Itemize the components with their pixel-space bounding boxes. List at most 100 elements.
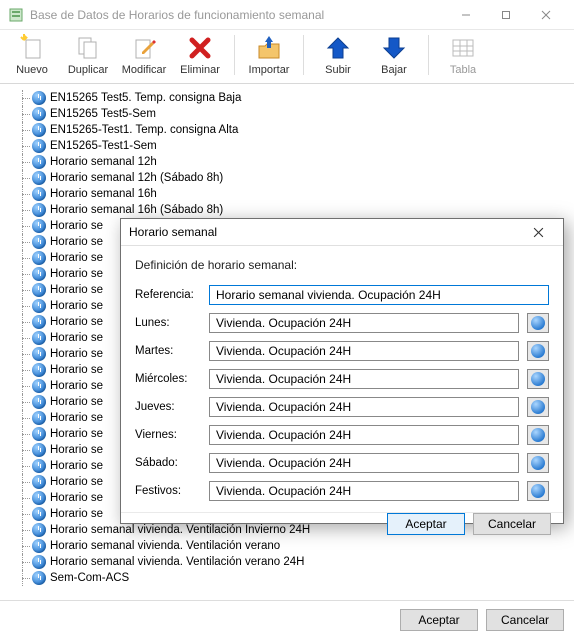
day-label: Sábado: (135, 457, 201, 469)
tree-connector (18, 154, 32, 170)
delete-icon (186, 34, 214, 62)
modify-icon (130, 34, 158, 62)
clock-icon (32, 507, 46, 521)
import-button[interactable]: Importar (241, 29, 297, 81)
modify-button[interactable]: Modificar (116, 29, 172, 81)
duplicate-button[interactable]: Duplicar (60, 29, 116, 81)
clock-icon (32, 331, 46, 345)
reference-input[interactable] (209, 285, 549, 305)
tree-item[interactable]: Sem-Com-ACS (4, 570, 572, 586)
up-icon (324, 34, 352, 62)
tree-connector (18, 410, 32, 426)
tree-item-label: Horario se (50, 474, 103, 490)
tree-item-label: Horario se (50, 490, 103, 506)
tree-item[interactable]: Horario semanal vivienda. Ventilación ve… (4, 538, 572, 554)
minimize-button[interactable] (446, 1, 486, 29)
dialog-body: Definición de horario semanal: Referenci… (121, 246, 563, 512)
tree-connector (18, 170, 32, 186)
tree-connector (18, 394, 32, 410)
day-picker-button[interactable] (527, 341, 549, 361)
tree-connector (18, 490, 32, 506)
tree-connector (18, 538, 32, 554)
new-button[interactable]: Nuevo (4, 29, 60, 81)
delete-label: Eliminar (180, 64, 220, 76)
tree-item[interactable]: Horario semanal 12h (Sábado 8h) (4, 170, 572, 186)
close-button[interactable] (526, 1, 566, 29)
tree-item[interactable]: EN15265 Test5. Temp. consigna Baja (4, 90, 572, 106)
tree-connector (18, 442, 32, 458)
day-value-field[interactable]: Vivienda. Ocupación 24H (209, 369, 519, 389)
day-picker-button[interactable] (527, 481, 549, 501)
day-picker-button[interactable] (527, 425, 549, 445)
clock-icon (32, 139, 46, 153)
down-icon (380, 34, 408, 62)
day-picker-button[interactable] (527, 369, 549, 389)
day-picker-button[interactable] (527, 397, 549, 417)
delete-button[interactable]: Eliminar (172, 29, 228, 81)
day-row: Jueves:Vivienda. Ocupación 24H (135, 394, 549, 420)
day-value-field[interactable]: Vivienda. Ocupación 24H (209, 481, 519, 501)
tree-item[interactable]: EN15265-Test1. Temp. consigna Alta (4, 122, 572, 138)
day-row: Sábado: Vivienda. Ocupación 24H (135, 450, 549, 476)
tree-connector (18, 522, 32, 538)
clock-icon (531, 344, 545, 358)
day-value-field[interactable]: Vivienda. Ocupación 24H (209, 453, 519, 473)
tree-connector (18, 138, 32, 154)
tree-connector (18, 362, 32, 378)
tree-item-label: Horario se (50, 394, 103, 410)
tree-item-label: Sem-Com-ACS (50, 570, 129, 586)
clock-icon (32, 379, 46, 393)
clock-icon (531, 428, 545, 442)
day-value-field[interactable]: Vivienda. Ocupación 24H (209, 397, 519, 417)
tree-item[interactable]: EN15265 Test5-Sem (4, 106, 572, 122)
day-value-field[interactable]: Vivienda. Ocupación 24H (209, 425, 519, 445)
tree-item-label: Horario se (50, 234, 103, 250)
clock-icon (32, 427, 46, 441)
toolbar-separator (428, 35, 429, 75)
modify-label: Modificar (122, 64, 167, 76)
tree-item-label: Horario se (50, 410, 103, 426)
clock-icon (32, 171, 46, 185)
day-label: Festivos: (135, 485, 201, 497)
table-button[interactable]: Tabla (435, 29, 491, 81)
toolbar: Nuevo Duplicar Modificar Eliminar Import… (0, 30, 574, 84)
down-button[interactable]: Bajar (366, 29, 422, 81)
tree-item-label: Horario se (50, 458, 103, 474)
tree-item-label: Horario se (50, 282, 103, 298)
tree-connector (18, 346, 32, 362)
dialog-heading: Definición de horario semanal: (135, 258, 549, 272)
tree-connector (18, 266, 32, 282)
day-picker-button[interactable] (527, 453, 549, 473)
day-value-field[interactable]: Vivienda. Ocupación 24H (209, 313, 519, 333)
day-value-field[interactable]: Vivienda. Ocupación 24H (209, 341, 519, 361)
maximize-button[interactable] (486, 1, 526, 29)
dialog-accept-button[interactable]: Aceptar (387, 513, 465, 535)
tree-item-label: Horario semanal 16h (Sábado 8h) (50, 202, 223, 218)
dialog-close-button[interactable] (521, 219, 555, 245)
main-accept-button[interactable]: Aceptar (400, 609, 478, 631)
title-bar: Base de Datos de Horarios de funcionamie… (0, 0, 574, 30)
tree-item-label: Horario se (50, 298, 103, 314)
clock-icon (531, 316, 545, 330)
tree-connector (18, 426, 32, 442)
day-label: Lunes: (135, 317, 201, 329)
clock-icon (32, 267, 46, 281)
tree-item-label: Horario se (50, 330, 103, 346)
day-label: Miércoles: (135, 373, 201, 385)
main-cancel-button[interactable]: Cancelar (486, 609, 564, 631)
up-button[interactable]: Subir (310, 29, 366, 81)
tree-connector (18, 250, 32, 266)
clock-icon (32, 187, 46, 201)
weekly-schedule-dialog: Horario semanal Definición de horario se… (120, 218, 564, 524)
tree-item[interactable]: Horario semanal vivienda. Ventilación ve… (4, 554, 572, 570)
tree-item[interactable]: EN15265-Test1-Sem (4, 138, 572, 154)
dialog-title: Horario semanal (129, 225, 521, 239)
day-picker-button[interactable] (527, 313, 549, 333)
tree-item[interactable]: Horario semanal 16h (4, 186, 572, 202)
tree-item[interactable]: Horario semanal 12h (4, 154, 572, 170)
clock-icon (32, 523, 46, 537)
dialog-cancel-button[interactable]: Cancelar (473, 513, 551, 535)
clock-icon (32, 91, 46, 105)
tree-item-label: EN15265 Test5. Temp. consigna Baja (50, 90, 241, 106)
tree-item[interactable]: Horario semanal 16h (Sábado 8h) (4, 202, 572, 218)
